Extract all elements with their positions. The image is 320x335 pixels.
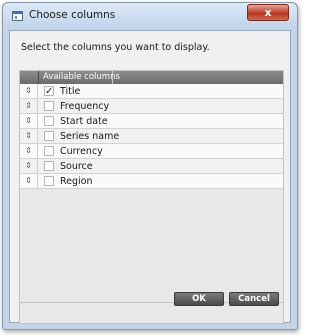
checkbox-region[interactable]: ✓ — [44, 176, 54, 186]
title-bar[interactable]: Choose columns x — [3, 3, 297, 29]
close-button[interactable]: x — [247, 4, 289, 21]
choose-columns-dialog: Choose columns x Select the columns you … — [2, 2, 298, 330]
column-row-start-date[interactable]: ⇕ ✓ Start date — [20, 114, 283, 129]
columns-grid: Available columns ⇕ ✓ Title ⇕ ✓ Frequenc… — [19, 70, 284, 303]
checkbox-source[interactable]: ✓ — [44, 161, 54, 171]
column-row-title[interactable]: ⇕ ✓ Title — [20, 84, 283, 99]
button-bar — [19, 303, 284, 324]
column-row-source[interactable]: ⇕ ✓ Source — [20, 159, 283, 174]
checkbox-series-name[interactable]: ✓ — [44, 131, 54, 141]
row-label: Currency — [60, 146, 103, 157]
checkbox-currency[interactable]: ✓ — [44, 146, 54, 156]
row-label: Start date — [60, 116, 108, 127]
drag-handle-icon[interactable]: ⇕ — [20, 144, 38, 159]
column-row-currency[interactable]: ⇕ ✓ Currency — [20, 144, 283, 159]
checkbox-start-date[interactable]: ✓ — [44, 116, 54, 126]
checkmark-icon: ✓ — [45, 86, 54, 97]
window-icon — [12, 11, 23, 21]
row-label: Region — [60, 176, 93, 187]
close-icon: x — [264, 6, 272, 19]
ok-button[interactable]: OK — [174, 292, 224, 306]
checkbox-frequency[interactable]: ✓ — [44, 101, 54, 111]
column-header-available-columns[interactable]: Available columns — [39, 71, 120, 84]
row-label: Source — [60, 161, 93, 172]
drag-handle-icon[interactable]: ⇕ — [20, 114, 38, 129]
drag-handle-icon[interactable]: ⇕ — [20, 174, 38, 189]
drag-handle-icon[interactable]: ⇕ — [20, 159, 38, 174]
drag-handle-icon[interactable]: ⇕ — [20, 84, 38, 99]
instruction-text: Select the columns you want to display. — [21, 42, 210, 53]
column-row-frequency[interactable]: ⇕ ✓ Frequency — [20, 99, 283, 114]
cancel-button[interactable]: Cancel — [229, 292, 279, 306]
drag-handle-icon[interactable]: ⇕ — [20, 129, 38, 144]
row-label: Series name — [60, 131, 120, 142]
checkbox-title[interactable]: ✓ — [44, 86, 54, 97]
row-label: Frequency — [60, 101, 110, 112]
grid-header: Available columns — [20, 71, 283, 84]
dialog-body: Select the columns you want to display. … — [9, 30, 291, 324]
column-row-region[interactable]: ⇕ ✓ Region — [20, 174, 283, 189]
drag-handle-icon[interactable]: ⇕ — [20, 99, 38, 114]
window-title: Choose columns — [29, 9, 116, 21]
row-label: Title — [60, 86, 81, 97]
column-row-series-name[interactable]: ⇕ ✓ Series name — [20, 129, 283, 144]
